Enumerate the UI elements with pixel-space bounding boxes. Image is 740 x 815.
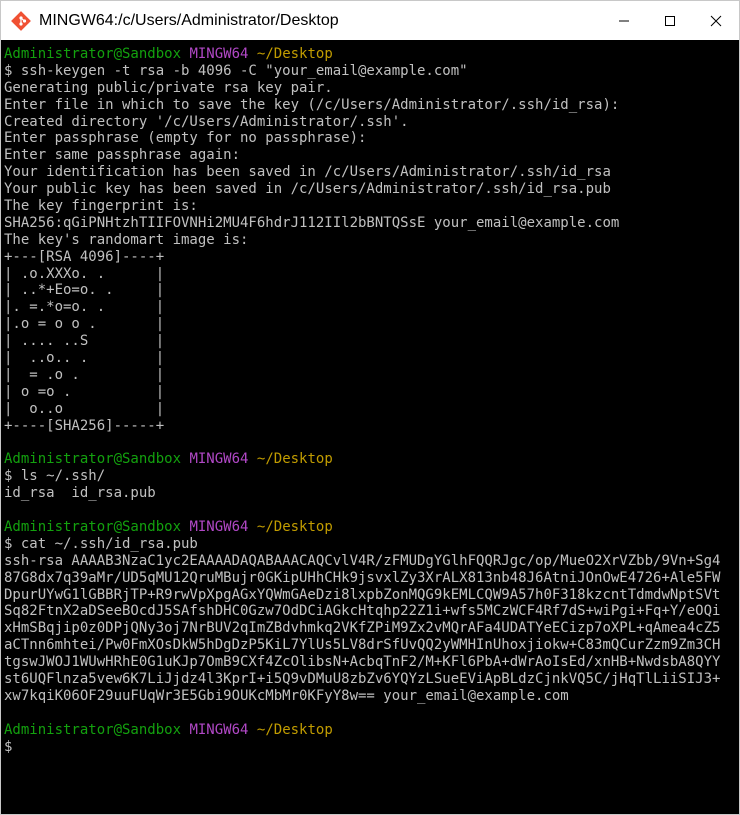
prompt-path: ~/Desktop [256, 518, 333, 535]
output-line: | .... ..S | [4, 333, 165, 350]
window-controls [601, 1, 739, 40]
scrollbar[interactable] [727, 40, 738, 814]
output-line: SHA256:qGiPNHtzhTIIFOVNHi2MU4F6hdrJ112II… [4, 214, 620, 231]
output-line: The key's randomart image is: [4, 231, 249, 248]
output-line: Generating public/private rsa key pair. [4, 79, 333, 96]
cursor-line[interactable]: $ [4, 739, 729, 756]
command-line: $ ls ~/.ssh/ [4, 468, 106, 485]
prompt-system: MINGW64 [189, 518, 249, 535]
command-line: $ cat ~/.ssh/id_rsa.pub [4, 535, 198, 552]
output-line: The key fingerprint is: [4, 198, 198, 215]
output-line: Created directory '/c/Users/Administrato… [4, 113, 409, 130]
minimize-icon [619, 20, 629, 21]
output-line: Enter passphrase (empty for no passphras… [4, 130, 367, 147]
output-line: id_rsa id_rsa.pub [4, 485, 156, 502]
prompt-line: Administrator@Sandbox MINGW64 ~/Desktop [4, 46, 729, 63]
close-icon [710, 15, 722, 26]
output-line: Your identification has been saved in /c… [4, 164, 611, 181]
prompt-line: Administrator@Sandbox MINGW64 ~/Desktop [4, 519, 729, 536]
prompt-path: ~/Desktop [256, 451, 333, 468]
output-line: | .o.XXXo. . | [4, 265, 165, 282]
output-line: Enter file in which to save the key (/c/… [4, 96, 620, 113]
prompt-path: ~/Desktop [256, 721, 333, 738]
output-line: | = .o . | [4, 366, 165, 383]
prompt-user-host: Administrator@Sandbox [4, 451, 182, 468]
title-bar[interactable]: MINGW64:/c/Users/Administrator/Desktop [1, 1, 739, 40]
terminal-window: MINGW64:/c/Users/Administrator/Desktop A… [0, 0, 740, 815]
git-bash-icon [10, 10, 32, 32]
output-line: Your public key has been saved in /c/Use… [4, 181, 611, 198]
output-line: | ..*+Eo=o. . | [4, 282, 165, 299]
minimize-button[interactable] [601, 1, 647, 40]
window-title: MINGW64:/c/Users/Administrator/Desktop [39, 11, 339, 29]
close-button[interactable] [693, 1, 739, 40]
output-line: +----[SHA256]-----+ [4, 417, 165, 434]
prompt-path: ~/Desktop [256, 46, 333, 62]
output-line: | o =o . | [4, 383, 165, 400]
prompt-user-host: Administrator@Sandbox [4, 46, 182, 62]
maximize-button[interactable] [647, 1, 693, 40]
maximize-icon [665, 15, 675, 26]
prompt-system: MINGW64 [189, 46, 249, 62]
prompt-user-host: Administrator@Sandbox [4, 518, 182, 535]
output-line: | ..o.. . | [4, 350, 165, 367]
output-line: |.o = o o . | [4, 316, 165, 333]
output-line: |. =.*o=o. . | [4, 299, 165, 316]
command-line: $ ssh-keygen -t rsa -b 4096 -C "your_ema… [4, 62, 468, 79]
prompt-line: Administrator@Sandbox MINGW64 ~/Desktop [4, 722, 729, 739]
prompt-system: MINGW64 [189, 721, 249, 738]
prompt-line: Administrator@Sandbox MINGW64 ~/Desktop [4, 451, 729, 468]
terminal-output[interactable]: Administrator@Sandbox MINGW64 ~/Desktop $… [2, 40, 729, 814]
output-line: Enter same passphrase again: [4, 147, 241, 164]
prompt-user-host: Administrator@Sandbox [4, 721, 182, 738]
output-line: ssh-rsa AAAAB3NzaC1yc2EAAAADAQABAAACAQCv… [4, 552, 721, 704]
output-line: | o..o | [4, 400, 165, 417]
output-line: +---[RSA 4096]----+ [4, 248, 165, 265]
prompt-system: MINGW64 [189, 451, 249, 468]
